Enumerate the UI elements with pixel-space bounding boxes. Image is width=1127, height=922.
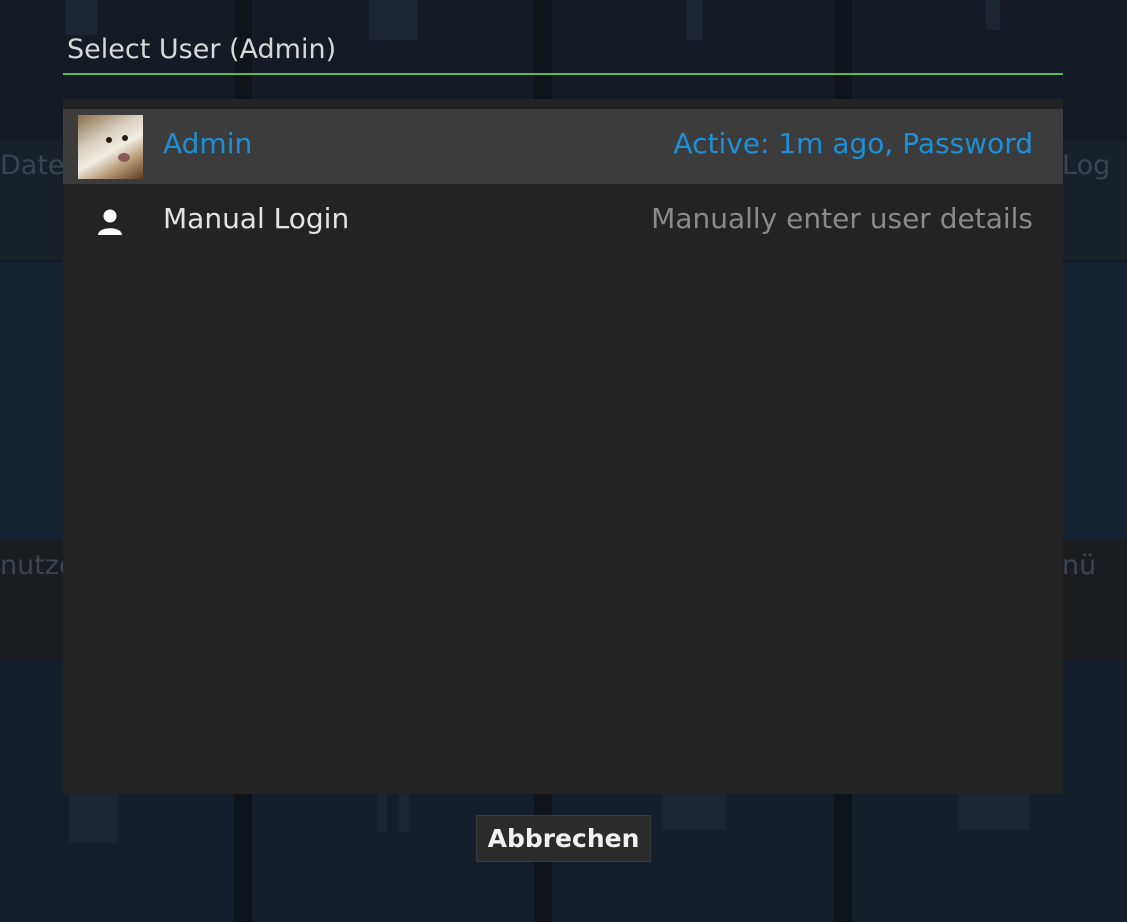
background-tile xyxy=(986,0,1000,30)
background-label: Date xyxy=(0,150,65,181)
background-tile xyxy=(958,794,1029,830)
user-name: Admin xyxy=(163,127,253,160)
title-underline xyxy=(63,73,1063,75)
user-list-item-manual-login[interactable]: Manual Login Manually enter user details xyxy=(63,184,1063,259)
dialog-title: Select User (Admin) xyxy=(67,34,337,65)
background-tile xyxy=(377,794,387,832)
user-description: Manually enter user details xyxy=(651,202,1033,235)
user-list-item-admin[interactable]: Admin Active: 1m ago, Password xyxy=(63,109,1063,184)
background-tile xyxy=(69,794,118,843)
user-name: Manual Login xyxy=(163,202,350,235)
background-label: Log xyxy=(1062,150,1111,181)
user-status: Active: 1m ago, Password xyxy=(673,127,1033,160)
background-tile xyxy=(662,794,726,830)
background-tile xyxy=(66,0,98,35)
person-icon xyxy=(98,209,122,235)
cancel-button[interactable]: Abbrechen xyxy=(476,815,651,862)
background-tile xyxy=(369,0,418,40)
background-label: nü xyxy=(1062,550,1097,581)
dog-avatar-photo xyxy=(78,115,143,179)
background-tile xyxy=(686,0,702,40)
background-tile xyxy=(399,794,409,832)
